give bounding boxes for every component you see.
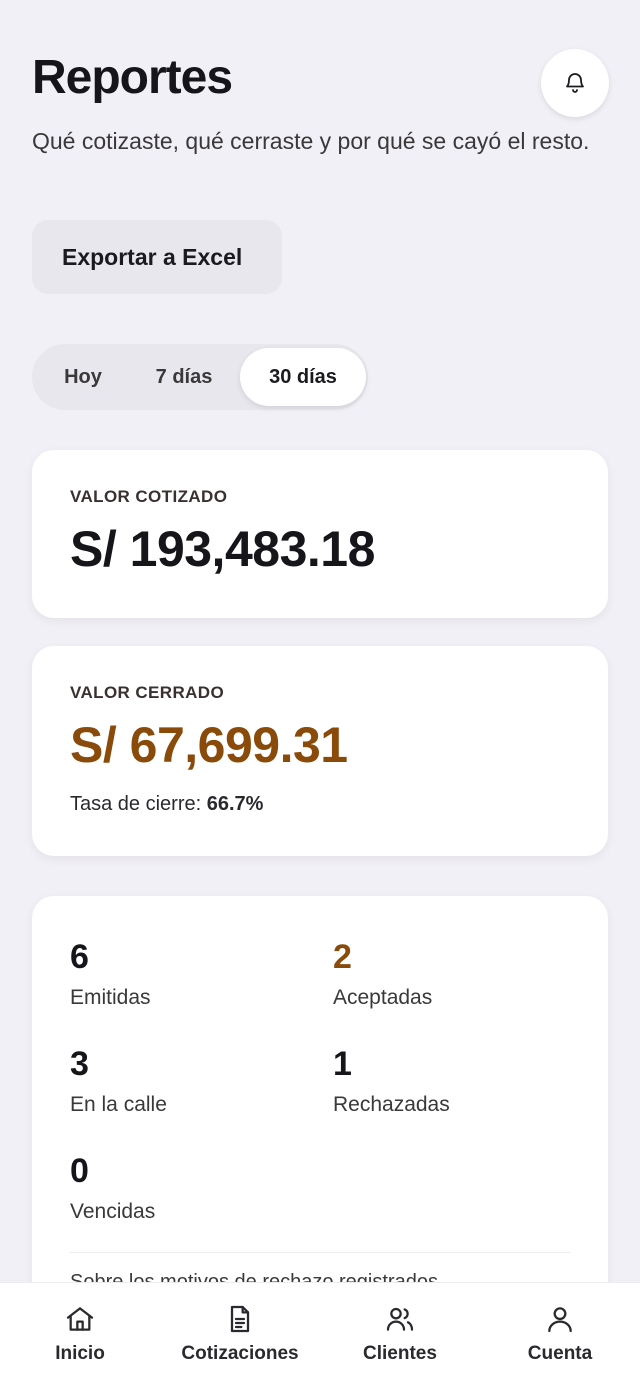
nav-item-account[interactable]: Cuenta <box>480 1283 640 1385</box>
stat-label: Vencidas <box>70 1200 156 1223</box>
reports-screen: Reportes Qué cotizaste, qué cerraste y p… <box>0 0 640 1385</box>
stat-pending: 3 En la calle <box>70 1045 167 1117</box>
stat-label: Emitidas <box>70 986 151 1009</box>
stat-label: Aceptadas <box>333 986 433 1009</box>
home-icon <box>66 1307 94 1331</box>
nav-label: Cotizaciones <box>181 1343 299 1364</box>
tab-30-days[interactable]: 30 días <box>240 348 366 406</box>
export-excel-button[interactable]: Exportar a Excel <box>32 220 282 294</box>
user-icon <box>548 1307 572 1333</box>
nav-item-clients[interactable]: Clientes <box>320 1283 480 1385</box>
stat-expired: 0 Vencidas <box>70 1152 155 1224</box>
stat-value: 2 <box>333 938 352 976</box>
stat-issued: 6 Emitidas <box>70 938 151 1010</box>
quote-stats-card: 6 Emitidas 2 Aceptadas 3 En la calle 1 R… <box>32 896 608 1316</box>
bottom-navigation: Inicio Cotizaciones Clientes Cuenta <box>0 1282 640 1385</box>
document-icon <box>230 1305 250 1333</box>
page-subtitle: Qué cotizaste, qué cerraste y por qué se… <box>32 128 590 154</box>
stat-label: Rechazadas <box>333 1093 450 1116</box>
nav-item-quotes[interactable]: Cotizaciones <box>160 1283 320 1385</box>
stat-value: 1 <box>333 1045 352 1083</box>
close-rate-label: Tasa de cierre: <box>70 793 202 815</box>
close-rate-value: 66.7% <box>206 793 264 815</box>
stat-accepted: 2 Aceptadas <box>333 938 432 1010</box>
stat-rejected: 1 Rechazadas <box>333 1045 450 1117</box>
quoted-value-card: VALOR COTIZADO S/ 193,483.18 <box>32 450 608 618</box>
stat-value: 6 <box>70 938 89 976</box>
nav-item-home[interactable]: Inicio <box>0 1283 160 1385</box>
stat-value: 3 <box>70 1045 89 1083</box>
stat-value: 0 <box>70 1152 89 1190</box>
period-selector: Hoy 7 días 30 días <box>32 344 368 410</box>
quoted-value-amount: S/ 193,483.18 <box>70 521 375 577</box>
close-rate: Tasa de cierre: 66.7% <box>70 793 263 816</box>
notifications-button[interactable] <box>541 49 609 117</box>
users-icon <box>386 1307 414 1331</box>
quoted-value-label: VALOR COTIZADO <box>70 487 228 506</box>
bell-icon <box>566 73 584 93</box>
closed-value-card: VALOR CERRADO S/ 67,699.31 Tasa de cierr… <box>32 646 608 856</box>
tab-7-days[interactable]: 7 días <box>140 348 228 406</box>
tab-today[interactable]: Hoy <box>46 348 120 406</box>
closed-value-label: VALOR CERRADO <box>70 683 225 702</box>
stats-divider <box>70 1252 570 1253</box>
nav-label: Clientes <box>363 1343 437 1364</box>
nav-label: Inicio <box>55 1343 105 1364</box>
closed-value-amount: S/ 67,699.31 <box>70 717 348 773</box>
page-title: Reportes <box>32 51 233 104</box>
nav-label: Cuenta <box>527 1343 593 1364</box>
stat-label: En la calle <box>70 1093 167 1116</box>
